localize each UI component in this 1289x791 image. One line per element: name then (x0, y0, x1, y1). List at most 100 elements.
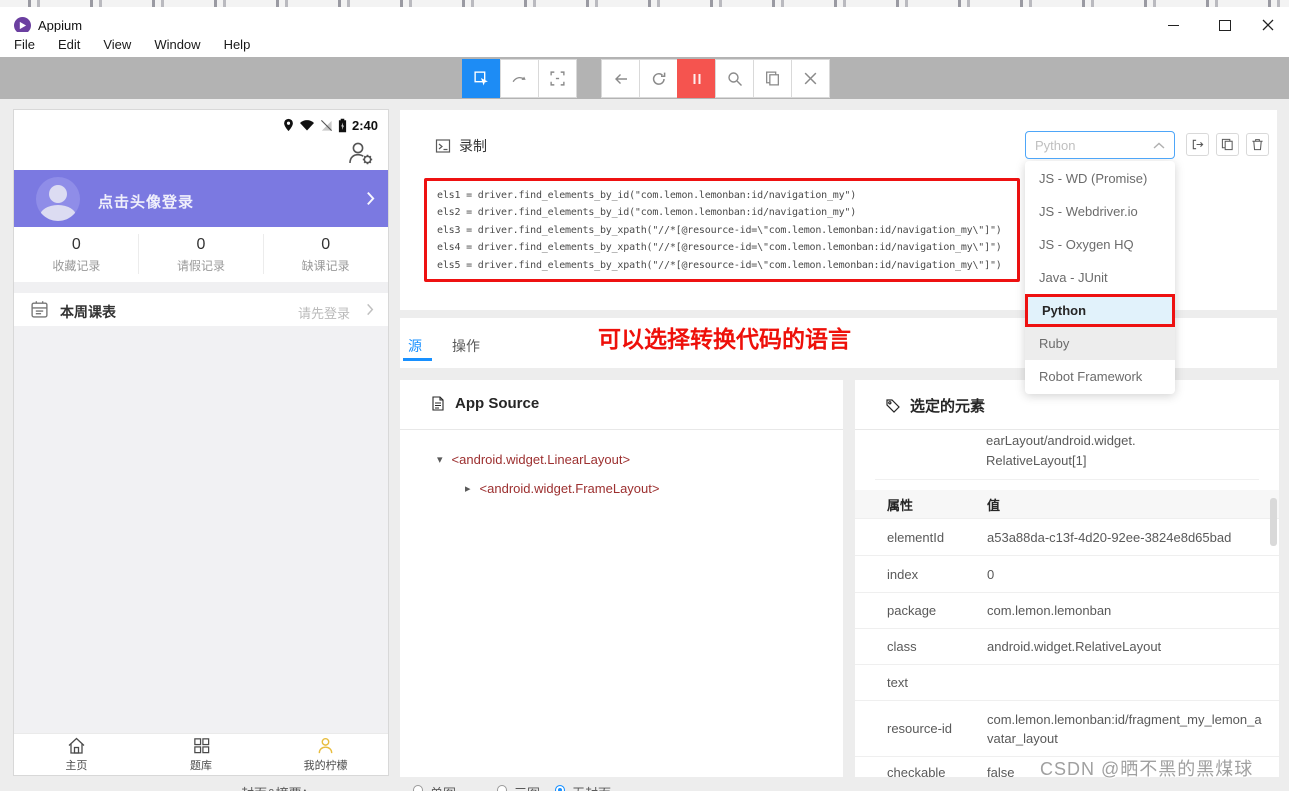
attr-value: 0 (987, 566, 995, 582)
divider (875, 479, 1259, 480)
menu-window[interactable]: Window (154, 37, 200, 52)
back-button[interactable] (601, 59, 640, 98)
no-signal-icon (320, 119, 332, 131)
menu-help[interactable]: Help (224, 37, 251, 52)
stat-leave-records[interactable]: 0 请假记录 (139, 227, 264, 282)
stats-row: 0 收藏记录 0 请假记录 0 缺课记录 (14, 227, 388, 282)
device-screenshot-panel[interactable]: 2:40 点击头像登录 0 收藏记录 0 请假记录 0 缺课记录 本周课表 请先… (14, 110, 388, 775)
schedule-title: 本周课表 (60, 304, 116, 320)
refresh-button[interactable] (639, 59, 678, 98)
grid-icon (193, 738, 209, 754)
tab-actions[interactable]: 操作 (452, 336, 480, 356)
annotation-text: 可以选择转换代码的语言 (598, 326, 851, 352)
stat-value: 0 (321, 235, 331, 253)
avatar[interactable] (36, 177, 80, 221)
app-source-title: App Source (455, 395, 540, 412)
option-ruby[interactable]: Ruby (1025, 327, 1175, 360)
option-js-oxygen[interactable]: JS - Oxygen HQ (1025, 228, 1175, 261)
refresh-icon (652, 72, 665, 85)
tab-source[interactable]: 源 (408, 336, 422, 356)
menu-view[interactable]: View (103, 37, 131, 52)
radio-selected-icon (555, 785, 565, 791)
weekly-schedule-row[interactable]: 本周课表 请先登录 (14, 293, 388, 326)
option-java-junit[interactable]: Java - JUnit (1025, 261, 1175, 294)
divider (263, 234, 264, 274)
table-row: class android.widget.RelativeLayout (855, 628, 1279, 664)
swipe-by-coordinates-button[interactable] (500, 59, 539, 98)
clear-recording-button[interactable] (1246, 133, 1269, 156)
caret-down-icon[interactable]: ▾ (437, 453, 443, 466)
select-element-button[interactable] (462, 59, 501, 98)
caret-right-icon[interactable]: ▸ (465, 482, 471, 495)
stat-absence-records[interactable]: 0 缺课记录 (263, 227, 388, 282)
login-banner[interactable]: 点击头像登录 (14, 170, 388, 227)
attr-name: resource-id (887, 721, 953, 736)
column-header-value: 值 (987, 497, 1001, 513)
chevron-right-icon (366, 191, 375, 206)
copy-code-button[interactable] (1216, 133, 1239, 156)
xpath-line: RelativeLayout[1] (986, 453, 1087, 468)
pause-recording-button[interactable] (677, 59, 716, 98)
recorder-icon (435, 139, 451, 153)
export-icon (1192, 139, 1204, 150)
stat-value: 0 (196, 235, 206, 253)
scrollbar-thumb[interactable] (1270, 498, 1277, 546)
close-window-button[interactable] (1253, 17, 1283, 33)
source-tree-node[interactable]: ▸ <android.widget.FrameLayout> (465, 481, 659, 496)
language-dropdown-menu: JS - WD (Promise) JS - Webdriver.io JS -… (1025, 161, 1175, 394)
stat-label: 缺课记录 (301, 258, 350, 273)
selected-element-title: 选定的元素 (910, 398, 986, 415)
nav-home[interactable]: 主页 (14, 734, 139, 775)
minimize-button[interactable] (1158, 17, 1188, 33)
stat-label: 收藏记录 (52, 258, 101, 273)
xpath-line: earLayout/android.widget. (986, 433, 1136, 448)
search-button[interactable] (715, 59, 754, 98)
show-boilerplate-button[interactable] (1186, 133, 1209, 156)
person-icon (318, 737, 333, 754)
maximize-icon (1219, 19, 1231, 31)
recorder-actions (1186, 133, 1269, 156)
crosshair-icon (550, 71, 565, 86)
table-row: index 0 (855, 555, 1279, 592)
attr-value: android.widget.RelativeLayout (987, 639, 1162, 654)
recorded-code-block: els1 = driver.find_elements_by_id("com.l… (424, 178, 1020, 282)
divider (14, 282, 388, 293)
divider (400, 429, 843, 430)
attr-name: index (887, 566, 919, 582)
xml-tag[interactable]: <android.widget.LinearLayout> (452, 452, 631, 467)
stat-favorites[interactable]: 0 收藏记录 (14, 227, 139, 282)
title-bar: Appium (0, 7, 1289, 34)
menu-file[interactable]: File (14, 37, 35, 52)
copy-source-button[interactable] (753, 59, 792, 98)
settings-person-icon[interactable] (347, 140, 374, 166)
attr-name: elementId (887, 529, 945, 545)
option-js-wd[interactable]: JS - WD (Promise) (1025, 162, 1175, 195)
selected-element-panel: 选定的元素 earLayout/android.widget. Relative… (855, 380, 1279, 780)
device-clock: 2:40 (351, 117, 378, 133)
table-row: package com.lemon.lemonban (855, 592, 1279, 628)
appium-inspector-window: Appium File Edit View Window Help 2:40 点… (0, 0, 1289, 791)
option-js-webdriverio[interactable]: JS - Webdriver.io (1025, 195, 1175, 228)
option-robot-framework[interactable]: Robot Framework (1025, 360, 1175, 393)
minimize-icon (1167, 24, 1179, 26)
maximize-button[interactable] (1210, 17, 1240, 33)
language-select[interactable]: Python (1025, 131, 1175, 159)
chevron-right-icon (366, 303, 374, 316)
tap-by-coordinates-button[interactable] (538, 59, 577, 98)
option-python-selected[interactable]: Python (1025, 294, 1175, 327)
nav-label: 题库 (190, 760, 212, 772)
xml-tag[interactable]: <android.widget.FrameLayout> (480, 481, 660, 496)
recorder-title: 录制 (459, 138, 487, 154)
menu-edit[interactable]: Edit (58, 37, 80, 52)
nav-label: 我的柠檬 (303, 760, 348, 772)
device-status-bar: 2:40 (14, 116, 388, 134)
nav-my-lemon[interactable]: 我的柠檬 (263, 734, 388, 775)
pause-icon (693, 73, 700, 84)
quit-session-button[interactable] (791, 59, 830, 98)
source-tree-node[interactable]: ▾ <android.widget.LinearLayout> (437, 452, 630, 467)
nav-question-bank[interactable]: 题库 (139, 734, 264, 775)
close-icon (1262, 19, 1274, 31)
tag-icon (886, 398, 900, 413)
active-tab-underline (403, 358, 432, 361)
divider (855, 429, 1279, 430)
